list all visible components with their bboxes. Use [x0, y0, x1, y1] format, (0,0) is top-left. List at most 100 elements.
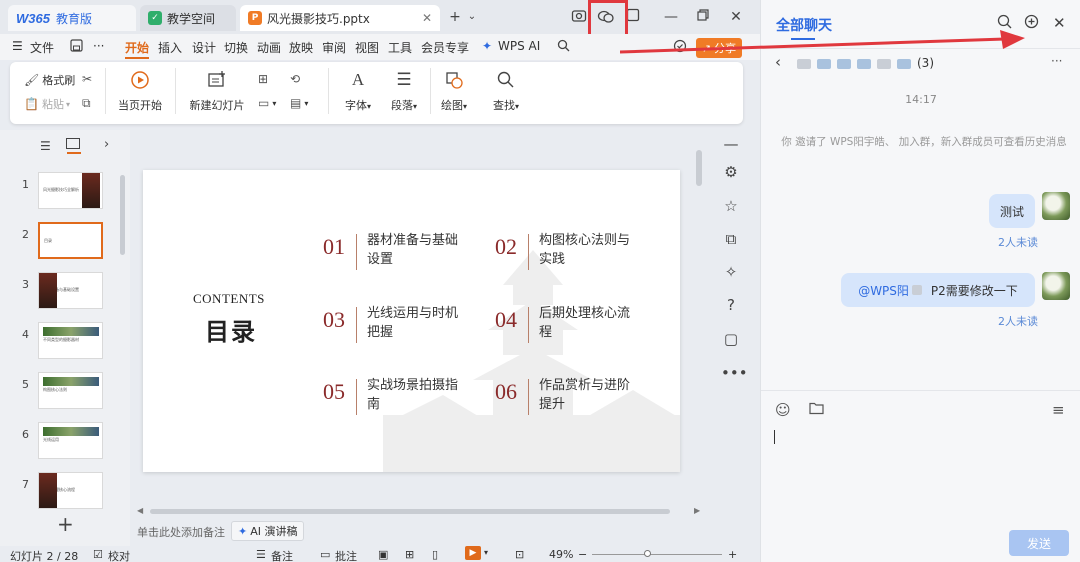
zoom-slider-thumb[interactable] — [644, 550, 651, 557]
share-button[interactable]: ↗ 分享 — [696, 38, 742, 58]
new-chat-icon[interactable] — [1024, 14, 1039, 33]
more-icon[interactable]: ··· — [93, 39, 104, 53]
avatar[interactable] — [1042, 272, 1070, 300]
scroll-right-icon[interactable]: ▶ — [694, 506, 700, 515]
menu-view[interactable]: 视图 — [355, 39, 379, 56]
new-slide-button[interactable]: 新建幻灯片 — [182, 70, 252, 113]
copy-icon[interactable]: ⧉ — [82, 96, 94, 111]
slide-thumbnail[interactable]: 目录 — [38, 222, 103, 259]
tab-wps-home[interactable]: W365 教育版 — [8, 5, 136, 31]
section-icon[interactable]: ▤ ▾ — [290, 96, 308, 110]
settings-sliders-icon[interactable]: ⚙ — [721, 163, 741, 183]
help-icon[interactable]: ? — [721, 296, 741, 316]
comment-icon[interactable]: ▢ — [721, 330, 741, 350]
slideshow-play-icon[interactable]: ▶ — [465, 546, 481, 560]
play-current-button[interactable]: 当页开始 — [110, 70, 170, 113]
group-name[interactable]: (3) — [797, 56, 934, 70]
magic-tools-icon[interactable]: ✧ — [721, 263, 741, 283]
tab-teaching-space[interactable]: ✓ 教学空间 — [140, 5, 236, 31]
notes-toggle-label[interactable]: 备注 — [271, 548, 293, 562]
reading-view-icon[interactable]: ▯ — [432, 548, 438, 561]
normal-view-icon[interactable]: ▣ — [378, 548, 388, 561]
menu-member[interactable]: 会员专享 — [421, 39, 469, 56]
tab-list-chevron-icon[interactable]: ⌄ — [463, 8, 481, 26]
collapse-rail-icon[interactable]: — — [721, 135, 741, 155]
sorter-view-icon[interactable]: ⊞ — [405, 548, 414, 561]
menu-animation[interactable]: 动画 — [257, 39, 281, 56]
fit-window-icon[interactable]: ⊡ — [515, 548, 524, 561]
mention-text[interactable]: @WPS阳 — [858, 282, 909, 299]
zoom-slider[interactable] — [592, 554, 722, 555]
comment-toggle-icon[interactable]: ▭ — [320, 548, 330, 561]
menu-file[interactable]: 文件 — [30, 39, 54, 56]
slide-size-icon[interactable]: ▭ ▾ — [258, 96, 276, 110]
close-window-icon[interactable]: ✕ — [727, 8, 745, 26]
find-button[interactable]: 查找▾ — [476, 70, 536, 113]
zoom-out-icon[interactable]: − — [578, 548, 587, 561]
slide-thumbnail[interactable]: 光线运用 — [38, 422, 103, 459]
screenshot-icon[interactable] — [570, 8, 588, 26]
layout-icon[interactable]: ⊞ — [258, 72, 271, 86]
menu-slideshow[interactable]: 放映 — [289, 39, 313, 56]
chat-search-icon[interactable] — [997, 14, 1012, 33]
ai-speech-button[interactable]: ✦ AI 演讲稿 — [231, 521, 305, 541]
notes-placeholder[interactable]: 单击此处添加备注 — [137, 524, 225, 540]
message-bubble-mention[interactable]: @WPS阳 P2需要修改一下 — [841, 273, 1035, 307]
star-icon[interactable]: ☆ — [721, 197, 741, 217]
thumbnail-view-icon[interactable] — [66, 138, 80, 149]
sync-status-icon[interactable] — [673, 39, 687, 56]
menu-tools[interactable]: 工具 — [388, 39, 412, 56]
format-text-icon[interactable]: ≡ — [1052, 401, 1065, 419]
emoji-icon[interactable]: ☺ — [775, 401, 791, 419]
menu-insert[interactable]: 插入 — [158, 39, 182, 56]
collapse-panel-icon[interactable]: › — [104, 137, 109, 152]
slide-canvas[interactable]: CONTENTS 目录 01 器材准备与基础设置 02 构图核心法则与实践 03 光线运用… — [143, 170, 680, 472]
more-tools-icon[interactable]: ••• — [721, 364, 748, 384]
all-chats-tab[interactable]: 全部聊天 — [776, 15, 832, 35]
slide-thumbnail[interactable]: 风光摄影技巧全解析 — [38, 172, 103, 209]
drawing-button[interactable]: 绘图▾ — [424, 70, 484, 113]
slide-thumbnail[interactable]: 构图核心法则 — [38, 372, 103, 409]
slideshow-options-chevron-icon[interactable]: ▾ — [484, 548, 488, 557]
paste-button[interactable]: 📋 粘贴 ▾ — [24, 96, 70, 112]
menu-wps-ai[interactable]: WPS AI — [498, 39, 540, 53]
menu-review[interactable]: 审阅 — [322, 39, 346, 56]
save-icon[interactable] — [70, 39, 83, 55]
message-input[interactable] — [771, 425, 1071, 525]
avatar[interactable] — [1042, 192, 1070, 220]
cut-icon[interactable]: ✂ — [82, 72, 95, 86]
search-icon[interactable] — [557, 39, 570, 55]
scroll-left-icon[interactable]: ◀ — [137, 506, 143, 515]
close-tab-icon[interactable]: ✕ — [422, 11, 432, 25]
menu-design[interactable]: 设计 — [192, 39, 216, 56]
zoom-in-icon[interactable]: + — [728, 548, 737, 561]
zoom-level[interactable]: 49% — [549, 548, 573, 561]
slide-thumbnail[interactable]: 器材准备与基础设置 — [38, 272, 103, 309]
proofread-label[interactable]: 校对 — [108, 548, 130, 562]
outline-view-icon[interactable]: ☰ — [40, 139, 51, 153]
add-slide-button[interactable]: + — [57, 512, 74, 536]
tab-pptx-document[interactable]: P 风光摄影技巧.pptx ✕ — [240, 5, 440, 31]
menu-home[interactable]: 开始 — [125, 39, 150, 59]
slide-thumbnail[interactable]: 后期处理核心流程 — [38, 472, 103, 509]
message-bubble[interactable]: 测试 — [989, 194, 1035, 228]
notes-toggle-icon[interactable]: ☰ — [256, 548, 266, 561]
hamburger-menu-icon[interactable]: ☰ — [12, 39, 23, 53]
horizontal-scrollbar[interactable] — [150, 509, 670, 514]
copy-layers-icon[interactable]: ⧉ — [721, 230, 741, 250]
restore-icon[interactable] — [694, 8, 712, 26]
group-more-icon[interactable]: ··· — [1051, 54, 1062, 68]
close-chat-icon[interactable]: ✕ — [1053, 14, 1066, 32]
menu-transition[interactable]: 切换 — [224, 39, 248, 56]
format-painter-button[interactable]: 🖌 格式刷 — [24, 72, 75, 88]
vertical-scrollbar[interactable] — [696, 150, 702, 186]
proofread-icon[interactable]: ☑ — [93, 548, 103, 561]
new-tab-icon[interactable]: + — [446, 8, 464, 26]
send-button[interactable]: 发送 — [1009, 530, 1069, 556]
thumbnail-scrollbar[interactable] — [120, 175, 125, 255]
slide-thumbnail[interactable]: 不同类型的摄影器材 — [38, 322, 103, 359]
comment-toggle-label[interactable]: 批注 — [335, 548, 357, 562]
back-icon[interactable]: ‹ — [775, 53, 781, 71]
folder-icon[interactable] — [809, 401, 824, 419]
reset-slide-icon[interactable]: ⟲ — [290, 72, 303, 86]
